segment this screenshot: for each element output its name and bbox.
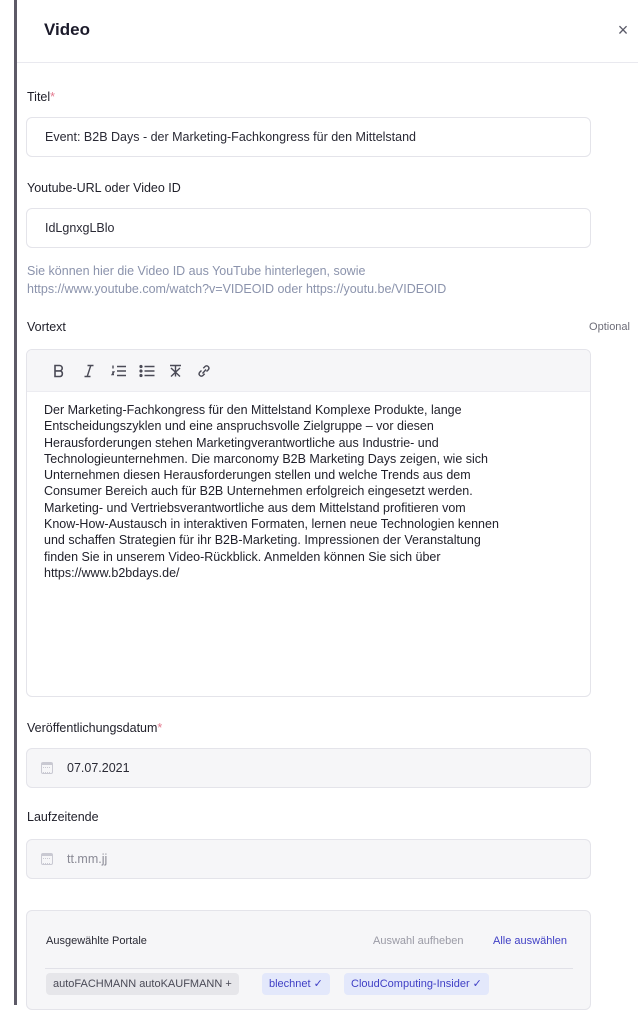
publish-date-label-text: Veröffentlichungsdatum (27, 721, 158, 735)
select-all-link[interactable]: Alle auswählen (493, 935, 567, 947)
pretext-line: Herausforderungen stehen Marketingverant… (44, 435, 439, 450)
youtube-input-value: IdLgnxgLBlo (45, 221, 115, 235)
editor-toolbar (27, 350, 590, 392)
bullet-list-icon[interactable] (135, 359, 159, 383)
required-mark: * (50, 90, 56, 104)
calendar-icon (41, 853, 53, 865)
title-input-value: Event: B2B Days - der Marketing-Fachkong… (45, 130, 416, 144)
pretext-line: Unternehmen diesen Herausforderungen ste… (44, 468, 471, 483)
title-label-text: Titel (27, 90, 51, 104)
portal-chip[interactable]: CloudComputing-Insider ✓ (344, 973, 489, 995)
youtube-hint-line2: https://www.youtube.com/watch?v=VIDEOID … (27, 282, 447, 296)
pretext-line: Know-How-Austausch in interaktiven Forma… (44, 517, 499, 532)
bold-icon[interactable] (47, 359, 71, 383)
portals-title: Ausgewählte Portale (46, 935, 147, 947)
pretext-line: und schaffen Strategien für ihr B2B-Mark… (44, 533, 481, 548)
pretext-line: https://www.b2bdays.de/ (44, 565, 180, 580)
pretext-line: Entscheidungszyklen und eine anspruchsvo… (44, 419, 434, 434)
end-date-placeholder: tt.mm.jj (67, 852, 108, 866)
pretext-content[interactable]: Der Marketing-Fachkongress für den Mitte… (44, 402, 579, 581)
pretext-line: Consumer Bereich auch für B2B Unternehme… (44, 484, 473, 499)
youtube-hint-line1: Sie können hier die Video ID aus YouTube… (27, 264, 366, 278)
pretext-line: Technologieunternehmen. Die marconomy B2… (44, 451, 488, 466)
panel-title: Video (44, 20, 90, 39)
portals-divider (45, 968, 573, 969)
left-rail (0, 0, 17, 1005)
end-date-label: Laufzeitende (27, 810, 99, 824)
clear-format-icon[interactable] (164, 359, 188, 383)
link-icon[interactable] (192, 359, 216, 383)
optional-label: Optional (589, 321, 630, 333)
publish-date-value: 07.07.2021 (67, 761, 130, 775)
title-label: Titel* (27, 90, 55, 104)
pretext-line: Der Marketing-Fachkongress für den Mitte… (44, 403, 462, 417)
youtube-hint: Sie können hier die Video ID aus YouTube… (27, 262, 587, 298)
portals-box: Ausgewählte Portale Auswahl aufheben All… (26, 910, 591, 1010)
youtube-label: Youtube-URL oder Video ID (27, 181, 181, 195)
calendar-icon (41, 762, 53, 774)
end-date-input[interactable]: tt.mm.jj (26, 839, 591, 879)
portal-chip[interactable]: blechnet ✓ (262, 973, 330, 995)
required-mark: * (157, 721, 163, 735)
header-divider (17, 62, 638, 63)
portal-chip[interactable]: autoFACHMANN autoKAUFMANN + (46, 973, 239, 995)
publish-date-input[interactable]: 07.07.2021 (26, 748, 591, 788)
italic-icon[interactable] (77, 359, 101, 383)
pretext-line: Marketing- und Vertriebsverantwortliche … (44, 500, 466, 515)
youtube-input[interactable]: IdLgnxgLBlo (26, 208, 591, 248)
ordered-list-icon[interactable] (107, 359, 131, 383)
pretext-line: finden Sie in unserem Video-Rückblick. A… (44, 549, 441, 564)
clear-selection-link[interactable]: Auswahl aufheben (373, 935, 464, 947)
pretext-label: Vortext (27, 320, 66, 334)
close-icon[interactable]: × (613, 18, 633, 42)
pretext-editor[interactable]: Der Marketing-Fachkongress für den Mitte… (26, 349, 591, 697)
title-input[interactable]: Event: B2B Days - der Marketing-Fachkong… (26, 117, 591, 157)
publish-date-label: Veröffentlichungsdatum* (27, 721, 162, 735)
